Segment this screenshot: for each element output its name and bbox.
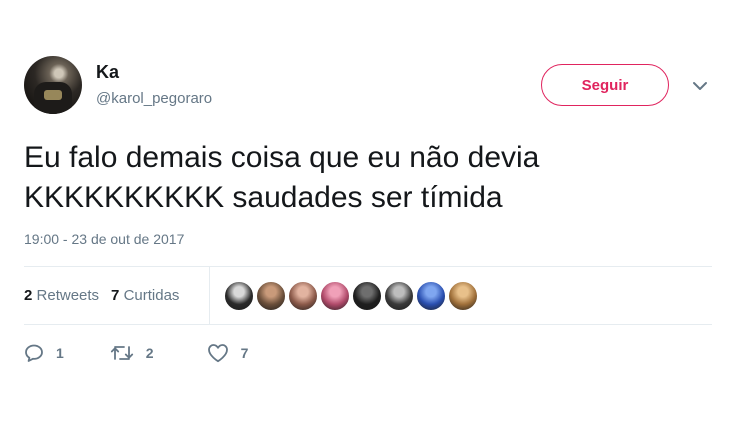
retweets-label: Retweets: [36, 287, 100, 304]
reply-icon: [25, 344, 43, 362]
divider-top: [24, 266, 712, 267]
retweet-count: 2: [145, 345, 154, 361]
retweet-icon: [110, 346, 133, 360]
tweet-actions: 1 2 7: [24, 340, 248, 366]
follow-button[interactable]: Seguir: [541, 64, 669, 106]
like-button[interactable]: 7: [207, 343, 249, 363]
avatar-shirt-logo: [44, 90, 62, 100]
liker-avatar[interactable]: [224, 281, 254, 311]
author-handle[interactable]: @karol_pegoraro: [96, 90, 212, 107]
liker-avatar[interactable]: [384, 281, 414, 311]
tweet-card: Ka @karol_pegoraro Seguir Eu falo demais…: [0, 0, 730, 430]
likes-count: 7: [111, 287, 120, 304]
retweets-stat[interactable]: 2 Retweets: [24, 287, 99, 304]
liker-avatar[interactable]: [320, 281, 350, 311]
divider-bottom: [24, 324, 712, 325]
liker-avatar[interactable]: [448, 281, 478, 311]
retweets-count: 2: [24, 287, 33, 304]
engagement-stats: 2 Retweets 7 Curtidas: [24, 287, 179, 304]
avatar[interactable]: [24, 56, 82, 114]
likes-stat[interactable]: 7 Curtidas: [111, 287, 179, 304]
likes-label: Curtidas: [123, 287, 180, 304]
liker-avatar[interactable]: [256, 281, 286, 311]
tweet-timestamp[interactable]: 19:00 - 23 de out de 2017: [24, 231, 184, 247]
reply-count: 1: [56, 345, 64, 361]
stats-separator: [209, 267, 210, 324]
liker-avatar[interactable]: [352, 281, 382, 311]
tweet-text-line-2: KKKKKKKKKK saudades ser tímida: [24, 181, 503, 214]
liker-avatar[interactable]: [416, 281, 446, 311]
author-name[interactable]: Ka: [96, 62, 119, 83]
like-count: 7: [240, 345, 249, 361]
tweet-text: Eu falo demais coisa que eu não devia KK…: [24, 138, 704, 218]
heart-icon: [207, 344, 228, 363]
reply-button[interactable]: 1: [24, 343, 64, 363]
chevron-down-icon[interactable]: [691, 79, 709, 93]
likers-avatars: [224, 281, 480, 311]
tweet-text-line-1: Eu falo demais coisa que eu não devia: [24, 141, 540, 174]
retweet-button[interactable]: 2: [110, 343, 154, 363]
liker-avatar[interactable]: [288, 281, 318, 311]
